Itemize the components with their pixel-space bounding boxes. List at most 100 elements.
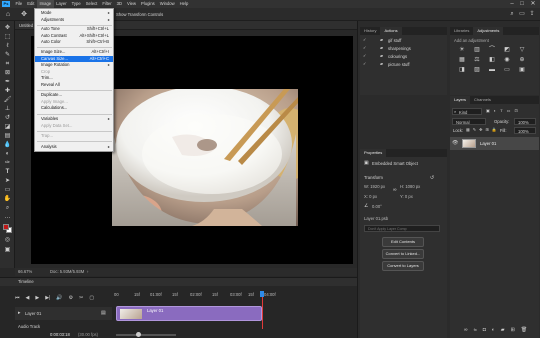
convert-to-layers-button[interactable]: Convert to Layers: [382, 261, 424, 271]
menu-view[interactable]: View: [125, 0, 139, 8]
tab-history[interactable]: History: [360, 27, 380, 35]
marquee-tool-icon[interactable]: ⬚: [3, 34, 12, 40]
prev-frame-icon[interactable]: ◀: [26, 295, 30, 302]
menu-file[interactable]: File: [13, 0, 25, 8]
threshold-icon[interactable]: ▬: [486, 67, 498, 73]
hue-saturation-icon[interactable]: ▦: [456, 57, 468, 63]
blur-tool-icon[interactable]: 💧: [3, 142, 12, 148]
lock-all-icon[interactable]: 🔒: [492, 128, 497, 132]
audio-track-row[interactable]: Audio Track: [15, 323, 112, 331]
home-icon[interactable]: ⌂: [4, 11, 12, 18]
quick-mask-icon[interactable]: ◎: [3, 237, 12, 243]
menu-item-trim[interactable]: Trim...: [35, 75, 113, 82]
photo-filter-icon[interactable]: ◉: [501, 57, 513, 63]
lock-pixels-icon[interactable]: ▦: [466, 128, 470, 132]
action-set[interactable]: ✓ ▰ sharpenings: [360, 45, 447, 52]
settings-icon[interactable]: ⚙: [69, 295, 73, 302]
zoom-slider[interactable]: [116, 332, 176, 337]
convert-to-linked-button[interactable]: Convert to Linked...: [382, 249, 424, 259]
menu-item-crop[interactable]: Crop: [35, 69, 113, 76]
expand-icon[interactable]: ▸: [18, 310, 21, 316]
menu-item-duplicate[interactable]: Duplicate...: [35, 92, 113, 99]
layer-filter-select[interactable]: Kind ⌕: [452, 108, 482, 115]
eraser-tool-icon[interactable]: ◪: [3, 124, 12, 130]
gradient-tool-icon[interactable]: ▤: [3, 133, 12, 139]
menu-item-image-size[interactable]: Image Size... Alt+Ctrl+I: [35, 49, 113, 56]
black-white-icon[interactable]: ◧: [486, 57, 498, 63]
blend-mode-select[interactable]: Normal: [452, 118, 486, 125]
checkbox-icon[interactable]: ✓: [363, 38, 366, 42]
first-frame-icon[interactable]: ⏮: [15, 295, 20, 302]
curves-icon[interactable]: ⌒: [486, 47, 498, 53]
history-brush-tool-icon[interactable]: ↺: [3, 115, 12, 121]
menu-item-apply-image[interactable]: Apply Image...: [35, 99, 113, 106]
gradient-map-icon[interactable]: ▭: [501, 67, 513, 73]
status-arrow-icon[interactable]: ›: [87, 269, 88, 274]
zoom-level[interactable]: 66.67%: [18, 269, 32, 274]
checkbox-icon[interactable]: ✓: [363, 54, 366, 58]
type-filter-icon[interactable]: T: [500, 109, 502, 113]
tab-adjustments[interactable]: Adjustments: [473, 27, 504, 35]
menu-item-adjustments[interactable]: Adjustments ▸: [35, 17, 113, 24]
action-set[interactable]: ✓ ▰ picture stuff: [360, 61, 447, 68]
workspace-icon[interactable]: ▭: [518, 11, 526, 17]
height-value[interactable]: H: 1080 px: [400, 184, 420, 189]
group-icon[interactable]: ▰: [501, 328, 505, 333]
lock-paint-icon[interactable]: ✎: [473, 128, 476, 132]
menu-help[interactable]: Help: [177, 0, 191, 8]
add-mask-icon[interactable]: ◘: [483, 328, 486, 333]
clone-stamp-tool-icon[interactable]: ⊥: [3, 106, 12, 112]
posterize-icon[interactable]: ▨: [471, 67, 483, 73]
checkbox-icon[interactable]: ✓: [363, 62, 366, 66]
menu-item-trap[interactable]: Trap...: [35, 133, 113, 140]
layer-row[interactable]: 👁 Layer 01: [450, 137, 539, 150]
menu-item-calculations[interactable]: Calculations...: [35, 105, 113, 112]
crop-tool-icon[interactable]: ⌗: [3, 61, 12, 67]
menu-item-auto-color[interactable]: Auto Color Shift+Ctrl+B: [35, 39, 113, 46]
search-icon[interactable]: ⌕: [508, 11, 516, 17]
dodge-tool-icon[interactable]: ◐: [3, 151, 12, 157]
pixel-filter-icon[interactable]: ▣: [486, 109, 490, 113]
menu-item-mode[interactable]: Mode ▸: [35, 10, 113, 17]
screen-mode-icon[interactable]: ▣: [3, 247, 12, 253]
tab-layers[interactable]: Layers: [450, 96, 471, 104]
menu-layer[interactable]: Layer: [54, 0, 69, 8]
adjustment-layer-icon[interactable]: ◐: [492, 328, 495, 333]
selective-color-icon[interactable]: ▣: [516, 67, 528, 73]
minimize-icon[interactable]: –: [508, 1, 516, 7]
play-icon[interactable]: ▶: [35, 295, 39, 302]
layer-comp-select[interactable]: Don't Apply Layer Comp: [364, 225, 440, 232]
tab-channels[interactable]: Channels: [470, 96, 495, 104]
clip-options-icon[interactable]: ▤: [101, 310, 106, 316]
lock-position-icon[interactable]: ✥: [479, 128, 482, 132]
menu-filter[interactable]: Filter: [100, 0, 114, 8]
new-layer-icon[interactable]: ⊞: [511, 328, 515, 333]
split-icon[interactable]: ✂: [79, 295, 83, 302]
checkbox-icon[interactable]: ✓: [363, 46, 366, 50]
lock-artboard-icon[interactable]: ⊞: [486, 128, 489, 132]
action-set[interactable]: ✓ ▰ colourings: [360, 53, 447, 60]
menu-window[interactable]: Window: [157, 0, 177, 8]
pen-tool-icon[interactable]: ✑: [3, 160, 12, 166]
maximize-icon[interactable]: □: [518, 1, 526, 7]
adjustment-filter-icon[interactable]: ◐: [494, 109, 496, 113]
zoom-slider-thumb[interactable]: [136, 332, 141, 337]
menu-edit[interactable]: Edit: [25, 0, 37, 8]
menu-item-apply-data-set[interactable]: Apply Data Set...: [35, 123, 113, 130]
lasso-tool-icon[interactable]: ℓ: [3, 43, 12, 49]
time-ruler[interactable]: 00 15f 01:00f 15f 02:00f 15f 03:00f 15f …: [114, 291, 276, 299]
menu-item-auto-contrast[interactable]: Auto Contrast Alt+Shift+Ctrl+L: [35, 33, 113, 40]
width-value[interactable]: W: 1920 px: [364, 184, 385, 189]
menu-image[interactable]: Image: [36, 0, 54, 8]
share-icon[interactable]: ⇪: [528, 11, 536, 17]
menu-item-image-rotation[interactable]: Image Rotation ▸: [35, 62, 113, 69]
tab-properties[interactable]: Properties: [360, 149, 387, 157]
menu-item-analysis[interactable]: Analysis ▸: [35, 144, 113, 151]
channel-mixer-icon[interactable]: ⊕: [516, 57, 528, 63]
menu-item-auto-tone[interactable]: Auto Tone Shift+Ctrl+L: [35, 26, 113, 33]
quick-select-tool-icon[interactable]: ✎: [3, 52, 12, 58]
smart-filter-icon[interactable]: ⊡: [514, 109, 517, 113]
zoom-tool-icon[interactable]: ⌕: [3, 205, 12, 211]
close-icon[interactable]: ✕: [529, 1, 537, 7]
healing-brush-tool-icon[interactable]: ✚: [3, 88, 12, 94]
